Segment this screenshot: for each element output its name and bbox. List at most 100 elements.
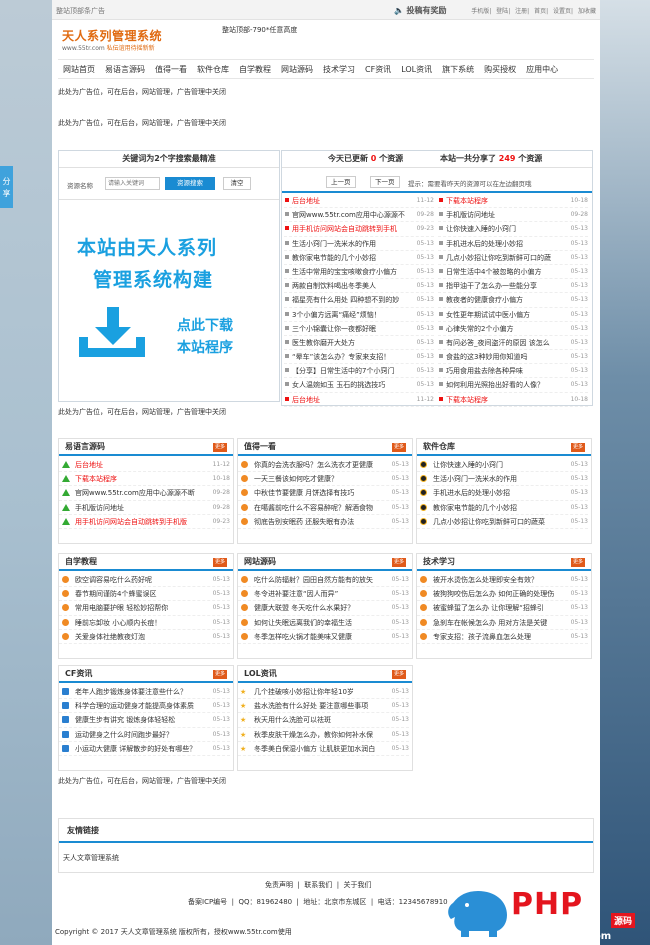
list-item[interactable]: 手机进水后的处理小妙招 05-13 [438,237,588,251]
list-item-title[interactable]: 下载本站程序 [446,194,562,207]
list-item-title[interactable]: 冬令进补要注意“因人而异” [254,587,387,600]
list-item-title[interactable]: 后台地址 [75,458,208,471]
list-item-title[interactable]: 睡前忘卸妆 小心顺内长痘！ [75,616,208,629]
share-tab[interactable]: 分享 [0,166,13,208]
list-item[interactable]: 后台地址 11-12 [284,194,434,209]
list-item[interactable]: 生活小窍门一洗米水的作用 05-13 [284,237,434,251]
list-item-title[interactable]: 教你家电节能的几个小妙招 [433,501,566,514]
banner-cta1[interactable]: 点此下载 [177,315,233,335]
top-link-mobile[interactable]: 手机版 [471,8,489,15]
list-item[interactable]: 女人温婉如玉 玉石的挑选技巧 05-13 [284,378,434,393]
more-button[interactable]: 更多 [391,670,406,679]
list-item[interactable]: ★ 盐水洗脸有什么好处 要注意哪些事项 05-13 [238,699,409,714]
footer-contact[interactable]: 联系我们 [304,881,332,889]
list-item[interactable]: ★ 几个挂破咳小妙招让你年轻10岁 05-13 [238,685,409,700]
list-item-title[interactable]: 被开水烫伤怎么处理即安全有效？ [433,573,566,586]
list-item-title[interactable]: 食盐的这3种妙用你知道吗 [446,350,562,363]
nav-apps[interactable]: 应用中心 [521,60,563,79]
list-item[interactable]: 指甲油干了怎么办一些能分享 05-13 [438,279,588,294]
list-item-title[interactable]: 被狗狗咬伤后怎么办 如何正确的处理伤 [433,587,566,600]
section-title[interactable]: 软件仓库 [423,442,455,451]
list-item-title[interactable]: 下载本站程序 [446,393,562,406]
list-item[interactable]: 教你家电节能的几个小妙招 05-13 [284,251,434,265]
list-item-title[interactable]: 被蜜蜂蜇了怎么办 让你理解“招蜂引 [433,601,566,614]
list-item[interactable]: 如何让失眠远离我们的幸福生活 05-13 [238,616,409,630]
list-item[interactable]: 手机版访问地址 09-28 [59,501,230,515]
list-item-title[interactable]: 老年人跑步锻炼身体要注意些什么？ [75,685,208,698]
banner-cta2[interactable]: 本站程序 [177,337,233,357]
list-item-title[interactable]: 健康大联盟 冬天吃什么水果好？ [254,601,387,614]
list-item[interactable]: 运动健身之什么时间跑步最好？ 05-13 [59,728,230,742]
list-item[interactable]: 后台地址 11-12 [59,458,230,473]
list-item-title[interactable]: 如何让失眠远离我们的幸福生活 [254,616,387,629]
list-item[interactable]: 医生教你磨开大处方 05-13 [284,336,434,351]
site-logo[interactable]: 天人系列管理系统 [62,27,162,44]
list-item-title[interactable]: 冬季怎样吃火锅才能美味又健康 [254,630,387,643]
list-item[interactable]: 官网www.55tr.com应用中心源源不 09-28 [284,208,434,223]
nav-software[interactable]: 软件仓库 [192,60,234,79]
list-item[interactable]: 食盐的这3种妙用你知道吗 05-13 [438,350,588,365]
list-item[interactable]: 心律失常的2个小偏方 05-13 [438,322,588,336]
list-item[interactable]: 在噶酱前吃什么不容易醉呢？解酒食物 05-13 [238,501,409,515]
list-item[interactable]: 睡前忘卸妆 小心顺内长痘！ 05-13 [59,616,230,630]
list-item-title[interactable]: 手机进水后的处理小妙招 [446,237,562,250]
list-item-title[interactable]: 几点小妙招让你吃到新鲜可口的蔬 [446,251,562,264]
list-item-title[interactable]: 【分享】日常生活中的7个小窍门 [292,364,408,377]
list-item[interactable]: 急刹车在帐候怎么办 用对方法是关键 05-13 [417,616,588,630]
list-item-title[interactable]: 官网www.55tr.com应用中心源源不断 [75,486,208,499]
list-item[interactable]: 日常生活中4个被忽略的小偏方 05-13 [438,265,588,280]
more-button[interactable]: 更多 [212,443,227,452]
list-item-title[interactable]: 指甲油干了怎么办一些能分享 [446,279,562,292]
list-item[interactable]: 下载本站程序 10-18 [438,194,588,209]
list-item[interactable]: 三个小锦囊让你一夜都好眠 05-13 [284,322,434,336]
list-item-title[interactable]: 你真的会洗衣服吗？怎么洗衣才更健康 [254,458,387,471]
list-item-title[interactable]: 健康生步有讲究 锻炼身体轻轻松 [75,713,208,726]
section-title[interactable]: 易语言源码 [65,442,105,451]
list-item[interactable]: 中秋佳节要健康 月饼选择有技巧 05-13 [238,486,409,501]
list-item-title[interactable]: 让你快速入睡的小窍门 [433,458,566,471]
top-link-favorite[interactable]: 加收藏 [578,8,596,15]
top-link-sethome[interactable]: 设置页 [553,8,571,15]
list-item-title[interactable]: 生活小窍门一洗米水的作用 [433,472,566,485]
footer-disclaimer[interactable]: 免责声明 [265,881,293,889]
list-item-title[interactable]: 用手机访问网站会自动跳转到手机版 [75,515,208,528]
list-item[interactable]: 手机进水后的处理小妙招 05-13 [417,486,588,501]
list-item-title[interactable]: 3个小偏方远离“痛经”烦恼！ [292,308,408,321]
more-button[interactable]: 更多 [391,558,406,567]
search-button[interactable]: 资源搜索 [165,177,215,190]
list-item-title[interactable]: 秋天用什么洗脸可以祛斑 [254,713,387,726]
top-link-home[interactable]: 首页 [534,8,546,15]
next-page-button[interactable]: 下一页 [370,176,400,188]
list-item-title[interactable]: 手机版访问地址 [446,208,562,221]
more-button[interactable]: 更多 [391,443,406,452]
list-item-title[interactable]: 几点小妙招让你吃到新鲜可口的蔬菜 [433,515,566,528]
list-item-title[interactable]: 手机进水后的处理小妙招 [433,486,566,499]
list-item-title[interactable]: 女性更年期试试中医小偏方 [446,308,562,321]
list-item[interactable]: 被蜜蜂蜇了怎么办 让你理解“招蜂引 05-13 [417,601,588,616]
nav-eyuyan[interactable]: 易语言源码 [100,60,150,79]
section-title[interactable]: LOL资讯 [244,669,277,678]
list-item[interactable]: 让你快速入睡的小窍门 05-13 [438,222,588,237]
list-item-title[interactable]: 医生教你磨开大处方 [292,336,408,349]
list-item[interactable]: 冬季怎样吃火锅才能美味又健康 05-13 [238,630,409,644]
list-item[interactable]: 下载本站程序 10-18 [59,472,230,487]
list-item[interactable]: 官网www.55tr.com应用中心源源不断 09-28 [59,486,230,501]
list-item-title[interactable]: 心律失常的2个小偏方 [446,322,562,335]
list-item[interactable]: ★ 冬季美白保湿小偏方 让肌肤更加水润白 05-13 [238,742,409,756]
list-item[interactable]: 生活小窍门一洗米水的作用 05-13 [417,472,588,487]
list-item-title[interactable]: 彻底告别安眠药 还服失眠有办法 [254,515,387,528]
list-item-title[interactable]: 中秋佳节要健康 月饼选择有技巧 [254,486,387,499]
download-icon[interactable] [77,307,147,357]
more-button[interactable]: 更多 [212,558,227,567]
list-item-title[interactable]: 急刹车在帐候怎么办 用对方法是关键 [433,616,566,629]
list-item[interactable]: 一天三餐该如何吃才健康？ 05-13 [238,472,409,487]
more-button[interactable]: 更多 [212,670,227,679]
list-item-title[interactable]: 有问必答_夜间盗汗的原因 该怎么 [446,336,562,349]
list-item[interactable]: 春节期间谨防4个蜂蜜误区 05-13 [59,587,230,602]
top-link-register[interactable]: 注册 [515,8,527,15]
list-item-title[interactable]: 用手机访问网站会自动跳转到手机 [292,222,408,235]
list-item-title[interactable]: 一天三餐该如何吃才健康？ [254,472,387,485]
list-item[interactable]: 科学合理的运动健身才能提高身体素质 05-13 [59,699,230,714]
list-item[interactable]: ★ 秋天用什么洗脸可以祛斑 05-13 [238,713,409,728]
publish-link[interactable]: 🔈 投稿有奖励 [394,5,447,16]
